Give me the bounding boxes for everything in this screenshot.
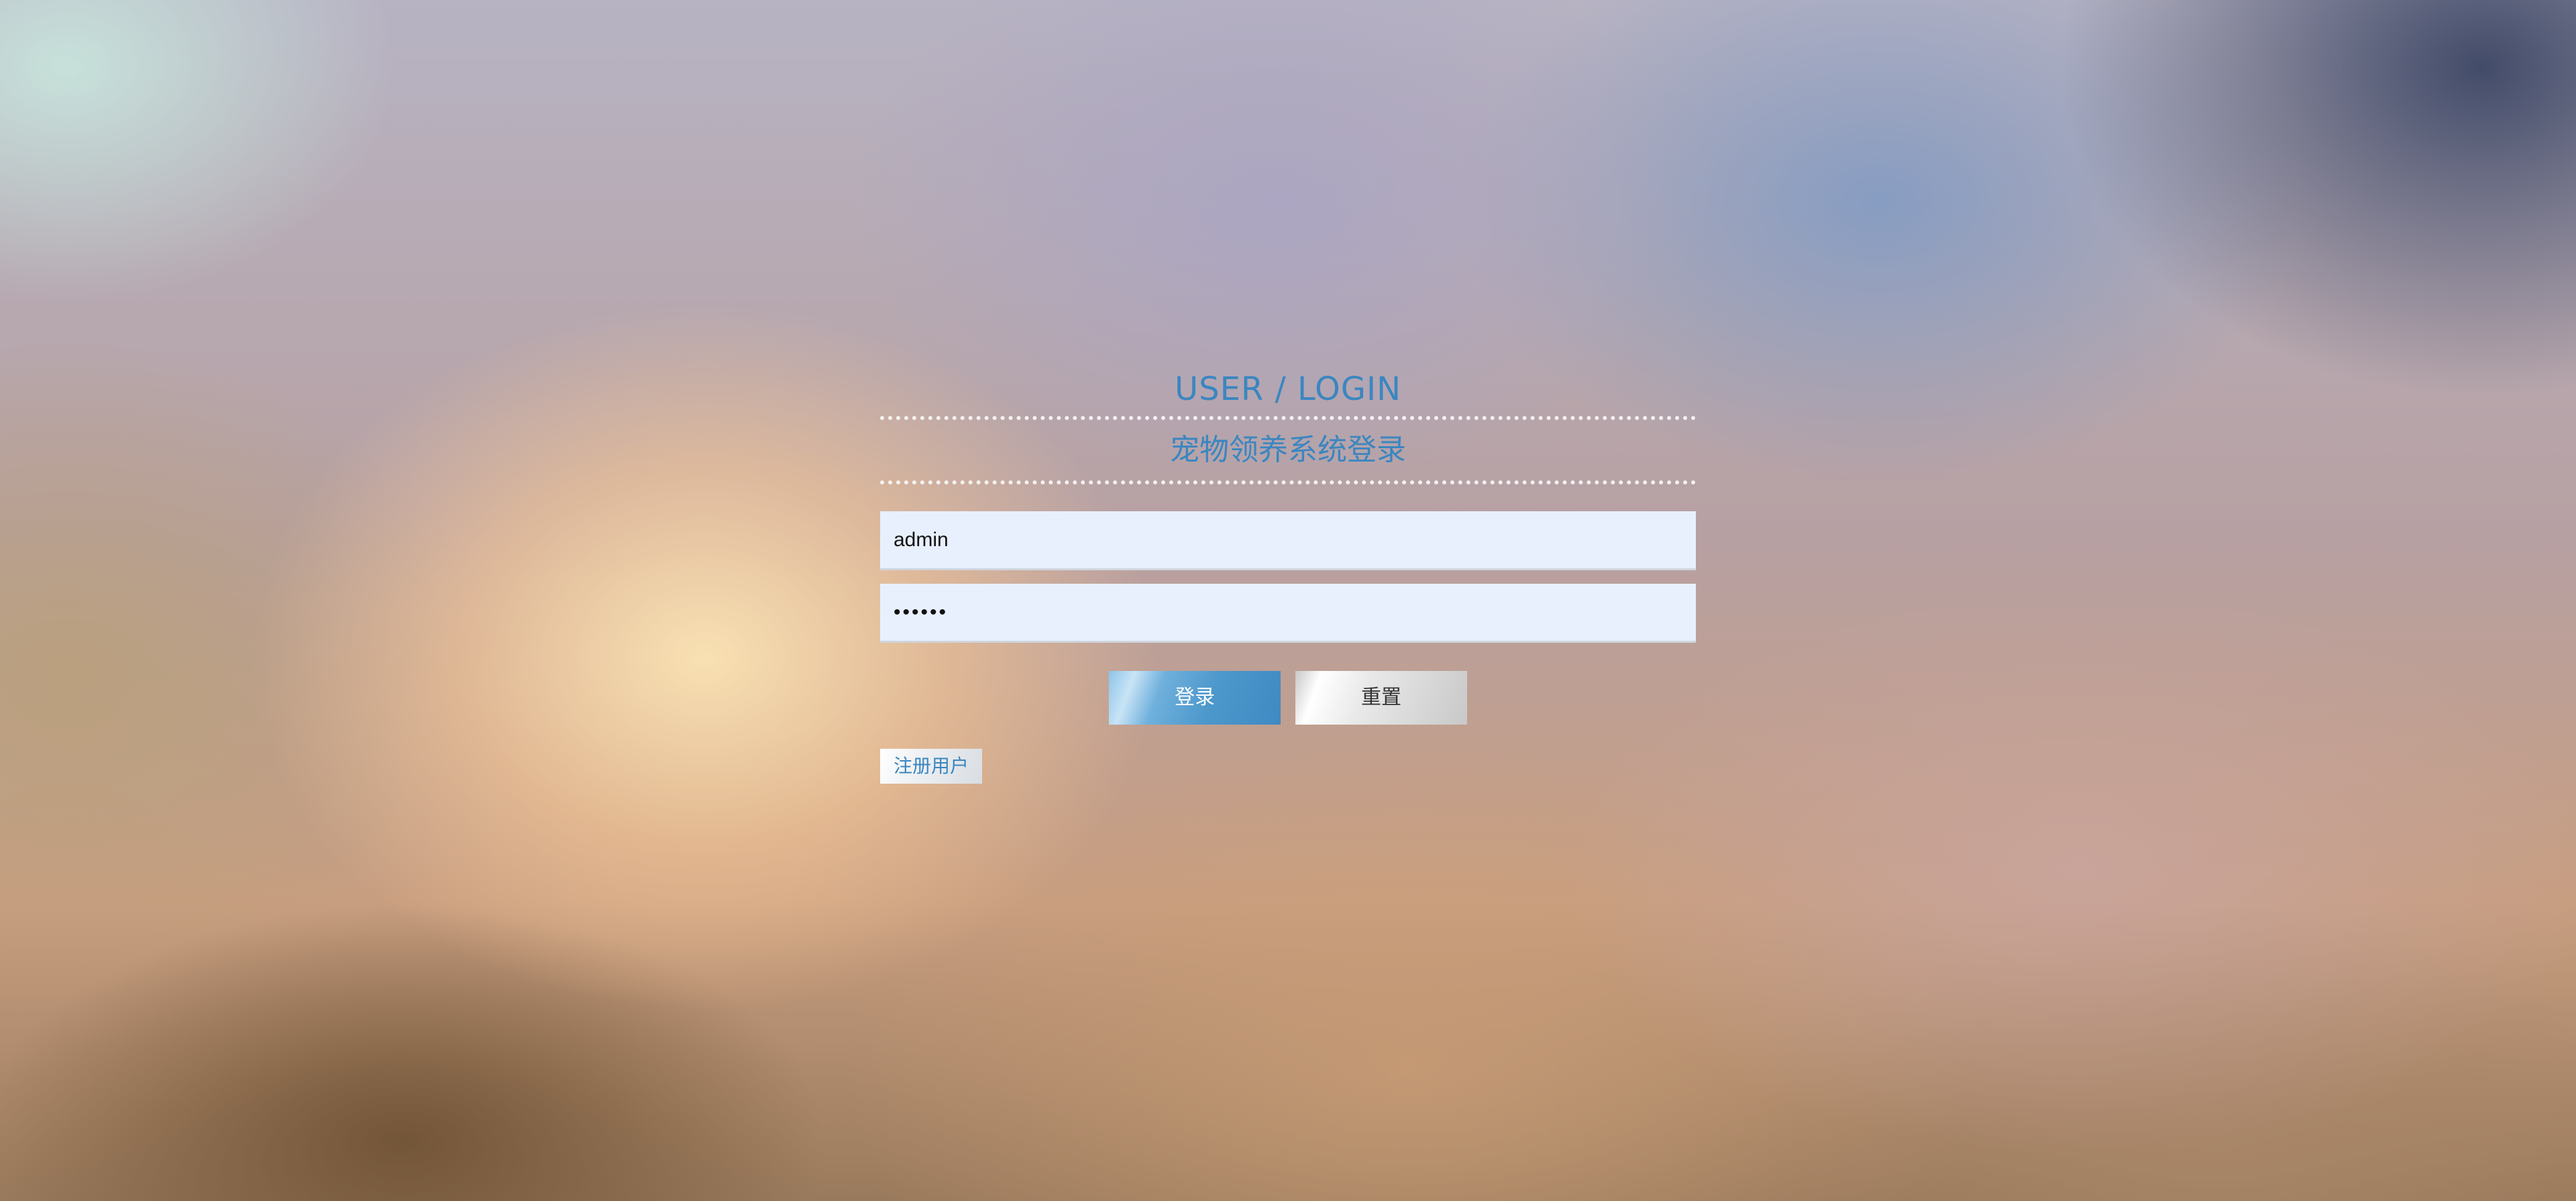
reset-button[interactable]: 重置 (1295, 671, 1467, 725)
button-row: 登录 重置 (880, 671, 1696, 725)
password-input[interactable] (880, 584, 1696, 643)
username-input[interactable] (880, 511, 1696, 570)
login-button[interactable]: 登录 (1109, 671, 1281, 725)
login-panel: USER / LOGIN 宠物领养系统登录 登录 重置 注册用户 (880, 362, 1696, 784)
login-title-cn: 宠物领养系统登录 (1170, 433, 1406, 467)
login-title-en: USER / LOGIN (1174, 370, 1402, 408)
register-link[interactable]: 注册用户 (880, 749, 983, 784)
dotted-divider-bottom (880, 480, 1696, 484)
